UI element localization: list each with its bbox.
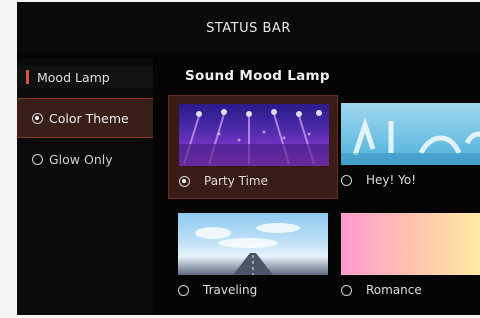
pink-gradient-image	[341, 213, 480, 275]
sky-road-image	[178, 213, 328, 275]
page-title: Sound Mood Lamp	[185, 68, 330, 84]
sidebar: Mood Lamp Color Theme Glow Only	[17, 58, 153, 315]
radio-unselected-icon	[178, 284, 189, 296]
theme-tile-hey-yo[interactable]: Hey! Yo!	[331, 95, 480, 199]
sidebar-item-glow-only[interactable]: Glow Only	[17, 140, 153, 178]
radio-selected-icon	[32, 112, 43, 124]
theme-caption: Party Time	[179, 174, 268, 188]
theme-caption: Hey! Yo!	[341, 173, 416, 187]
theme-label: Hey! Yo!	[366, 173, 417, 187]
theme-tile-traveling[interactable]: Traveling	[168, 205, 338, 309]
theme-tile-party-time[interactable]: Party Time	[168, 95, 338, 199]
sidebar-item-color-theme[interactable]: Color Theme	[17, 98, 153, 138]
theme-tile-romance[interactable]: Romance	[331, 205, 480, 309]
sky-road-graphic	[195, 223, 300, 275]
radio-unselected-icon	[341, 284, 352, 296]
theme-label: Romance	[366, 283, 422, 297]
accent-bar	[26, 70, 29, 84]
blue-abstract-image	[341, 103, 480, 165]
sidebar-item-label: Glow Only	[49, 151, 113, 167]
theme-caption: Romance	[341, 283, 422, 297]
status-bar: STATUS BAR	[17, 2, 480, 55]
stage-lights-graphic	[179, 109, 329, 166]
blue-abstract-graphic	[341, 117, 480, 165]
theme-label: Party Time	[204, 174, 268, 188]
theme-caption: Traveling	[178, 283, 257, 297]
radio-unselected-icon	[341, 174, 352, 186]
radio-selected-icon	[179, 175, 190, 187]
sidebar-header-label: Mood Lamp	[37, 69, 110, 85]
head-unit-screen: STATUS BAR Mood Lamp Color Theme Glow On…	[17, 2, 480, 315]
status-bar-label: STATUS BAR	[206, 21, 291, 36]
sidebar-header: Mood Lamp	[17, 66, 153, 88]
stage-lights-image	[179, 104, 329, 166]
radio-unselected-icon	[32, 153, 43, 165]
theme-label: Traveling	[203, 283, 258, 297]
sidebar-item-label: Color Theme	[49, 110, 129, 126]
